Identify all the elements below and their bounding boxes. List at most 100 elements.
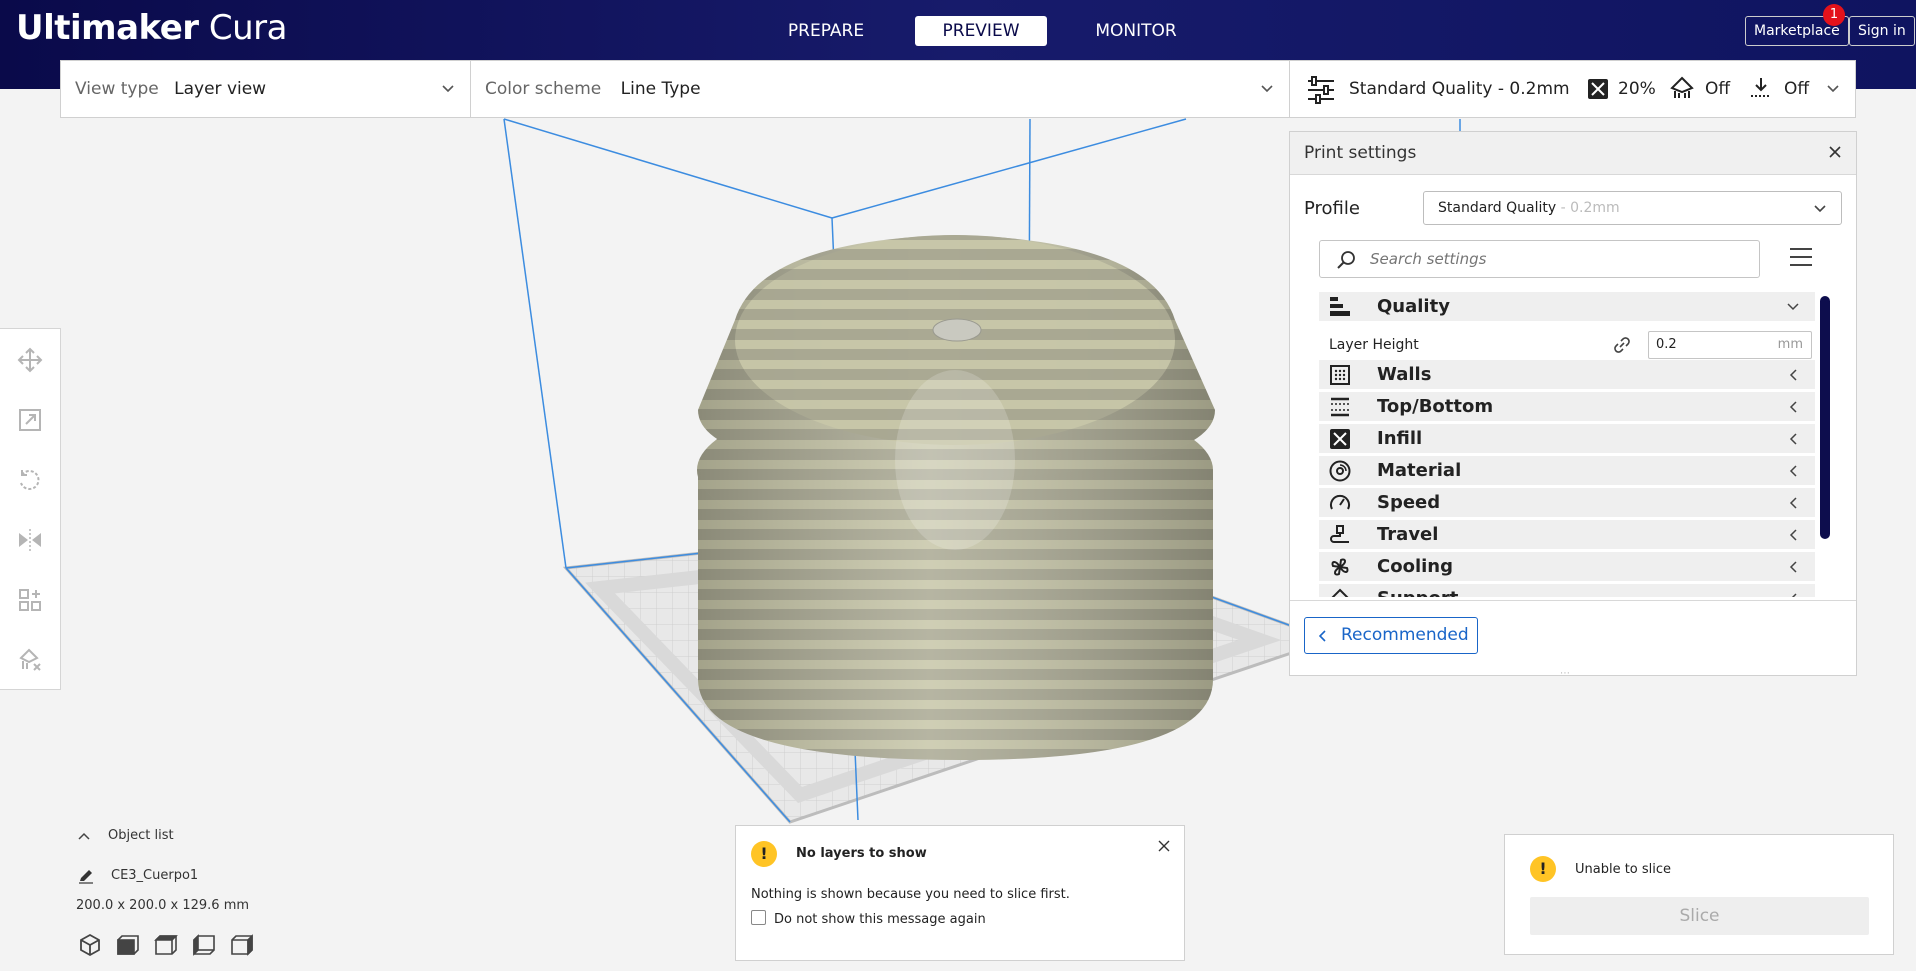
category-speed[interactable]: Speed	[1319, 488, 1815, 517]
tool-sidebar	[0, 328, 61, 690]
front-view-icon[interactable]	[116, 933, 140, 957]
notification-badge: 1	[1823, 4, 1845, 26]
fan-icon	[1331, 558, 1349, 576]
color-scheme-value: Line Type	[620, 79, 701, 99]
category-quality[interactable]: Quality	[1319, 292, 1815, 321]
close-icon[interactable]	[1158, 840, 1170, 852]
chevron-left-icon	[1319, 630, 1326, 642]
category-label: Cooling	[1377, 556, 1453, 577]
view-type-label: View type	[75, 79, 159, 99]
warning-icon: !	[1530, 856, 1556, 882]
travel-icon	[1330, 525, 1349, 543]
color-scheme-label: Color scheme	[485, 79, 602, 99]
profile-label: Profile	[1304, 198, 1360, 219]
chevron-left-icon	[1791, 593, 1797, 597]
no-layers-message: ! No layers to show Nothing is shown bec…	[735, 825, 1185, 961]
layer-height-label: Layer Height	[1329, 337, 1419, 353]
category-travel[interactable]: Travel	[1319, 520, 1815, 549]
dont-show-checkbox[interactable]	[751, 910, 766, 925]
chevron-down-icon	[1787, 303, 1799, 311]
message-body: Nothing is shown because you need to sli…	[751, 887, 1070, 902]
tab-preview[interactable]: PREVIEW	[915, 16, 1047, 46]
print-settings-summary[interactable]: Standard Quality - 0.2mm 20% Off Off	[1289, 60, 1856, 118]
close-icon[interactable]	[1828, 145, 1842, 159]
object-list-title[interactable]: Object list	[108, 828, 174, 843]
chevron-left-icon	[1789, 465, 1797, 477]
category-label: Walls	[1377, 364, 1432, 385]
view-type-value: Layer view	[174, 79, 267, 99]
tab-prepare[interactable]: PREPARE	[760, 16, 892, 46]
hamburger-menu-icon[interactable]	[1789, 246, 1813, 268]
category-label: Quality	[1377, 296, 1450, 317]
left-view-icon[interactable]	[192, 933, 216, 957]
3d-view-icon[interactable]	[78, 933, 102, 957]
support-icon	[1670, 76, 1694, 98]
chevron-down-icon	[442, 85, 454, 93]
view-type-dropdown[interactable]: View type Layer view	[75, 61, 266, 117]
link-icon[interactable]	[1613, 336, 1631, 354]
app-logo: Ultimaker Cura	[16, 8, 288, 48]
panel-title: Print settings	[1304, 143, 1417, 163]
category-walls[interactable]: Walls	[1319, 360, 1815, 389]
infill-summary: 20%	[1618, 79, 1656, 99]
search-settings-box	[1319, 240, 1760, 278]
right-view-icon[interactable]	[230, 933, 254, 957]
category-label: Material	[1377, 460, 1462, 481]
layer-height-input[interactable]: 0.2 mm	[1648, 331, 1812, 359]
chevron-down-icon	[1261, 85, 1273, 93]
slice-button[interactable]: Slice	[1530, 897, 1869, 935]
chevron-up-icon[interactable]	[78, 832, 90, 840]
scale-icon[interactable]	[17, 407, 43, 433]
chevron-left-icon	[1789, 497, 1797, 509]
panel-footer-divider	[1290, 600, 1856, 601]
infill-icon	[1588, 79, 1608, 99]
settings-sliders-icon	[1308, 76, 1334, 104]
object-dimensions: 200.0 x 200.0 x 129.6 mm	[76, 898, 250, 913]
color-scheme-dropdown[interactable]: Color scheme Line Type	[485, 61, 701, 117]
profile-dropdown[interactable]: Standard Quality - 0.2mm	[1423, 191, 1842, 225]
support-summary: Off	[1705, 79, 1731, 99]
tab-monitor[interactable]: MONITOR	[1070, 16, 1202, 46]
chevron-left-icon	[1789, 561, 1797, 573]
object-name[interactable]: CE3_Cuerpo1	[111, 868, 198, 883]
category-label: Speed	[1377, 492, 1441, 513]
recommended-button[interactable]: Recommended	[1304, 617, 1478, 654]
chevron-left-icon	[1789, 401, 1797, 413]
logo-brand: Ultimaker	[16, 8, 199, 48]
chevron-left-icon	[1789, 529, 1797, 541]
category-top-bottom[interactable]: Top/Bottom	[1319, 392, 1815, 421]
top-bottom-icon	[1331, 397, 1349, 417]
setting-layer-height: Layer Height 0.2 mm	[1319, 329, 1815, 361]
settings-scrollbar[interactable]	[1820, 296, 1830, 539]
sign-in-button[interactable]: Sign in	[1849, 16, 1915, 46]
search-input[interactable]	[1368, 241, 1752, 277]
infill-icon	[1330, 429, 1350, 449]
category-cooling[interactable]: Cooling	[1319, 552, 1815, 581]
category-infill[interactable]: Infill	[1319, 424, 1815, 453]
category-support[interactable]: Support	[1319, 584, 1815, 597]
move-icon[interactable]	[17, 347, 43, 373]
category-material[interactable]: Material	[1319, 456, 1815, 485]
adhesion-summary: Off	[1784, 79, 1810, 99]
quality-icon	[1330, 297, 1350, 316]
pencil-icon[interactable]	[78, 868, 94, 884]
top-view-icon[interactable]	[154, 933, 178, 957]
3d-model[interactable]	[697, 235, 1215, 760]
stage-tabs: PREPARE PREVIEW MONITOR	[760, 16, 1225, 46]
layer-height-unit: mm	[1777, 337, 1803, 352]
adhesion-icon	[1751, 78, 1771, 97]
chevron-down-icon[interactable]	[1826, 83, 1840, 95]
mirror-icon[interactable]	[17, 527, 43, 553]
support-icon	[1331, 588, 1349, 597]
category-label: Infill	[1377, 428, 1423, 449]
settings-category-list: Quality Layer Height 0.2 mm Walls Top/Bo…	[1319, 292, 1815, 597]
view-options-bar: View type Layer view Color scheme Line T…	[60, 60, 1290, 118]
rotate-icon[interactable]	[17, 467, 43, 493]
support-blocker-icon[interactable]	[17, 647, 43, 673]
profile-suffix: - 0.2mm	[1556, 200, 1620, 216]
resize-handle[interactable]: ⋯	[1560, 668, 1571, 679]
divider	[470, 61, 471, 117]
profile-name: Standard Quality	[1438, 200, 1557, 216]
logo-product: Cura	[208, 8, 288, 48]
per-model-settings-icon[interactable]	[17, 587, 43, 613]
